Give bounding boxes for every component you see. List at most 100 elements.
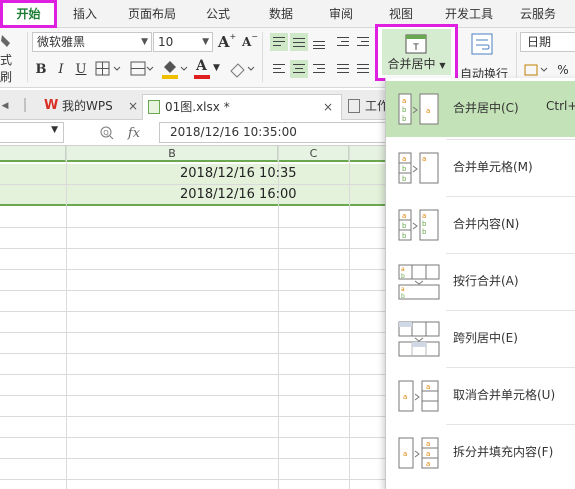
align-top-button[interactable] (270, 33, 288, 51)
font-color-button[interactable]: A ▼ (192, 58, 220, 80)
svg-text:Q: Q (103, 129, 109, 137)
merge-center-button[interactable]: T 合并居中 ▼ (375, 24, 458, 81)
column-header-a[interactable] (0, 146, 66, 162)
font-size-select[interactable]: 10 ▼ (153, 32, 213, 52)
decrease-indent-button[interactable] (334, 33, 352, 51)
menu-item-merge-content[interactable]: a b b a b b 合并内容(N) (386, 197, 575, 253)
menu-item-label: 合并单元格(M) (453, 160, 533, 174)
bold-button[interactable]: B (32, 60, 50, 78)
svg-text:a: a (422, 155, 426, 163)
tab-page-layout[interactable]: 页面布局 (117, 0, 187, 28)
merge-content-icon: a b b a b b (398, 209, 439, 241)
tab-formulas[interactable]: 公式 (195, 0, 241, 28)
merge-by-row-icon: a b a b (398, 264, 440, 300)
align-left-button[interactable] (270, 60, 288, 78)
cell-b-date-2[interactable]: 2018/12/16 16:00 (180, 187, 297, 202)
format-painter-label[interactable]: 式刷 (0, 53, 16, 84)
menu-item-merge-cells[interactable]: a b b a 合并单元格(M) (386, 140, 575, 196)
file-icon (348, 99, 360, 113)
menu-item-label: 按行合并(A) (453, 274, 519, 288)
grow-font-button[interactable]: A + (217, 32, 237, 52)
merge-cells-small-button[interactable] (129, 60, 155, 78)
align-center-button[interactable] (290, 60, 308, 78)
zoom-function-icon[interactable]: Q (97, 123, 117, 143)
menu-item-label: 拆分并填充内容(F) (453, 445, 554, 459)
svg-text:T: T (412, 43, 419, 53)
font-color-icon: A (196, 58, 207, 74)
doctab-active-file[interactable]: 01图.xlsx * × (142, 94, 342, 120)
grow-font-icon: A (217, 33, 230, 51)
menu-item-center-across[interactable]: 跨列居中(E) (386, 311, 575, 367)
column-header-b[interactable]: B (67, 146, 278, 162)
menu-item-merge-center[interactable]: a b b a 合并居中(C) Ctrl+ (386, 81, 575, 137)
close-icon[interactable]: × (323, 95, 333, 119)
name-box[interactable]: ▼ (0, 122, 64, 143)
currency-format-button[interactable] (522, 61, 552, 79)
doctab-label: 我的WPS (62, 99, 113, 113)
close-icon[interactable]: × (128, 94, 138, 118)
svg-text:b: b (402, 106, 407, 114)
ribbon-divider (516, 32, 517, 82)
svg-text:a: a (426, 107, 430, 115)
italic-button[interactable]: I (52, 60, 70, 78)
menu-item-shortcut: Ctrl+ (546, 99, 575, 113)
svg-text:a: a (401, 286, 405, 293)
svg-text:a: a (426, 383, 430, 391)
svg-text:b: b (402, 232, 407, 240)
spreadsheet-file-icon (148, 100, 160, 114)
menu-item-merge-by-row[interactable]: a b a b 按行合并(A) (386, 254, 575, 310)
menu-item-label: 合并居中(C) (453, 101, 519, 115)
merge-options-menu: a b b a 合并居中(C) Ctrl+ a b b a 合并单元格(M) a… (385, 78, 575, 489)
ribbon-divider (262, 32, 263, 82)
font-size-value: 10 (158, 35, 174, 49)
insert-function-button[interactable]: fx (122, 123, 146, 143)
increase-indent-button[interactable] (354, 33, 372, 51)
menu-item-unmerge[interactable]: a a 取消合并单元格(U) (386, 368, 575, 424)
tab-menu-icon[interactable] (20, 98, 30, 112)
wps-logo-icon: W (44, 98, 59, 113)
ribbon-divider (27, 32, 28, 82)
tab-cloud[interactable]: 云服务 (510, 0, 566, 28)
tab-review[interactable]: 审阅 (318, 0, 364, 28)
svg-text:a: a (403, 450, 407, 458)
doctab-my-wps[interactable]: W 我的WPS × (40, 94, 145, 120)
tab-insert[interactable]: 插入 (62, 0, 108, 28)
align-middle-button[interactable] (290, 33, 308, 51)
scroll-left-icon[interactable]: ◀ (0, 100, 10, 112)
wrap-text-button[interactable]: 自动换行 (456, 28, 512, 84)
menu-bar: 开始 插入 页面布局 公式 数据 审阅 视图 开发工具 云服务 (0, 0, 575, 28)
align-right-button[interactable] (310, 60, 328, 78)
fill-color-button[interactable] (160, 58, 188, 80)
borders-button[interactable] (94, 60, 124, 78)
fill-bucket-icon (162, 61, 188, 79)
percent-button[interactable]: % (556, 61, 570, 79)
svg-text:a: a (426, 460, 430, 468)
merge-center-label: 合并居中 ▼ (387, 57, 446, 71)
borders-icon (95, 61, 121, 76)
column-gridline (349, 146, 350, 489)
clear-format-button[interactable] (226, 58, 256, 80)
tab-data[interactable]: 数据 (258, 0, 304, 28)
tab-home[interactable]: 开始 (0, 0, 57, 28)
cell-b-date-1[interactable]: 2018/12/16 10:35 (180, 166, 297, 181)
shrink-font-icon: A (241, 35, 252, 49)
split-fill-icon: a a a a (398, 437, 439, 469)
menu-item-label: 取消合并单元格(U) (453, 388, 556, 402)
distribute-button[interactable] (354, 60, 372, 78)
merge-cells-icon: a b b a (398, 152, 439, 184)
center-across-icon (398, 321, 440, 357)
svg-text:b: b (402, 165, 407, 173)
underline-button[interactable]: U (72, 60, 90, 78)
menu-item-split-fill[interactable]: a a a a 拆分并填充内容(F) (386, 425, 575, 481)
font-name-value: 微软雅黑 (37, 35, 86, 49)
svg-text:b: b (401, 273, 405, 280)
shrink-font-button[interactable]: A − (240, 32, 260, 52)
number-format-select[interactable]: 日期 (520, 32, 575, 52)
doctab-label: 01图.xlsx * (165, 100, 230, 114)
merge-center-icon: a b b a (398, 93, 439, 125)
justify-button[interactable] (334, 60, 352, 78)
column-header-c[interactable]: C (279, 146, 349, 162)
font-name-select[interactable]: 微软雅黑 ▼ (32, 32, 152, 52)
align-bottom-button[interactable] (310, 33, 328, 51)
format-painter-icon[interactable] (0, 32, 14, 52)
